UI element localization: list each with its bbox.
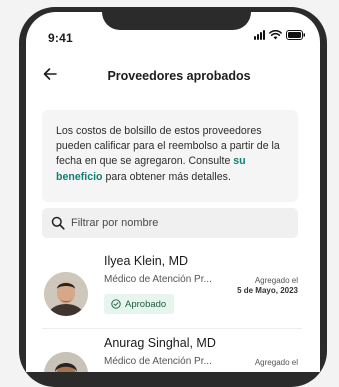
provider-item[interactable]: Ilyea Klein, MD Médico de Atención Pr...… (26, 250, 320, 320)
search-bar[interactable] (42, 208, 298, 238)
provider-name: Ilyea Klein, MD (104, 254, 189, 268)
provider-item[interactable]: Anurag Singhal, MD Médico de Atención Pr… (26, 334, 320, 372)
added-label: Agregado el (254, 276, 298, 285)
status-icons (254, 30, 306, 40)
added-label: Agregado el (254, 358, 298, 367)
top-header: Proveedores aprobados (26, 64, 320, 88)
battery-icon (286, 30, 306, 40)
status-label: Aprobado (125, 298, 167, 310)
info-text-end: para obtener más detalles. (102, 170, 231, 183)
info-card: Los costos de bolsillo de estos proveedo… (42, 110, 298, 202)
provider-name: Anurag Singhal, MD (104, 336, 216, 350)
check-circle-icon (111, 299, 121, 309)
app-screen: 9:41 Proveedores aprobados Los costos de… (26, 12, 320, 372)
wifi-icon (269, 30, 282, 40)
status-time: 9:41 (48, 31, 73, 45)
search-icon (51, 216, 65, 235)
signal-icon (254, 30, 265, 40)
status-badge: Aprobado (104, 294, 175, 314)
avatar (44, 272, 88, 316)
info-text: Los costos de bolsillo de estos proveedo… (56, 125, 280, 168)
avatar (44, 352, 88, 372)
divider (42, 328, 302, 329)
added-date: 5 de Mayo, 2023 (237, 286, 298, 295)
page-title: Proveedores aprobados (107, 69, 251, 83)
search-input[interactable] (71, 208, 281, 238)
phone-notch (102, 7, 251, 30)
provider-specialty: Médico de Atención Pr... (104, 274, 212, 285)
